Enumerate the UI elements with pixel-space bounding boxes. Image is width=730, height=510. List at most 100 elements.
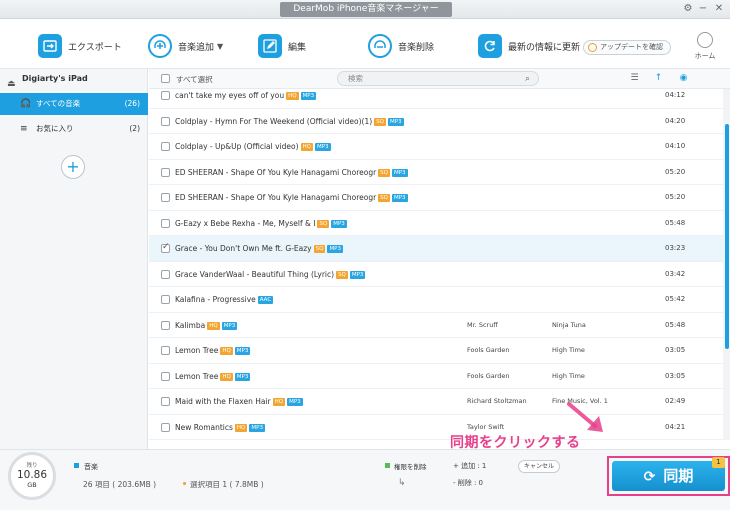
search-icon[interactable]: ⌕ xyxy=(525,73,530,86)
select-all-label: すべて選択 xyxy=(176,75,213,84)
song-title: Coldplay - Up&Up (Official video) HQ MP3 xyxy=(175,142,331,151)
song-title: Coldplay - Hymn For The Weekend (Officia… xyxy=(175,116,404,126)
song-title: G-Eazy x Bebe Rexha - Me, Myself & I SQ MP… xyxy=(175,218,347,228)
format-badge: MP3 xyxy=(349,270,366,279)
song-title: Kalafina - Progressive AAC xyxy=(175,295,274,304)
table-row[interactable]: Coldplay - Hymn For The Weekend (Officia… xyxy=(149,109,723,134)
table-row[interactable]: G-Eazy x Bebe Rexha - Me, Myself & I SQ MP… xyxy=(149,211,723,236)
song-title: New Romantics HQ MP3 xyxy=(175,422,265,432)
table-row[interactable]: ED SHEERAN - Shape Of You Kyle Hanagami … xyxy=(149,185,723,211)
storage-gauge: 残り 10.86 GB xyxy=(8,452,56,500)
search-input[interactable]: 検索 ⌕ xyxy=(337,71,539,86)
sidebar-item-count: (26) xyxy=(124,99,140,108)
row-checkbox[interactable] xyxy=(161,397,170,406)
table-row[interactable]: Lemon Tree HQ MP3 Fools Garden High Time 03:0… xyxy=(149,338,723,364)
format-badge: HQ xyxy=(286,92,299,100)
song-album: High Time xyxy=(552,346,585,354)
table-row[interactable]: Maid with the Flaxen Hair HQ MP3 Richard St… xyxy=(149,389,723,415)
row-checkbox[interactable] xyxy=(161,167,170,177)
check-update-button[interactable]: アップデートを確認 xyxy=(583,40,671,55)
format-badge: MP3 xyxy=(234,372,251,381)
home-button[interactable]: ホーム xyxy=(690,32,720,66)
row-checkbox[interactable] xyxy=(161,295,170,304)
title-bar: DearMob iPhone音楽マネージャー ⚙ − ✕ xyxy=(0,0,730,19)
song-title: Kalimba HQ MP3 xyxy=(175,320,238,330)
close-button[interactable]: ✕ xyxy=(713,3,725,15)
list-view-icon[interactable]: ☰ xyxy=(628,72,641,85)
row-checkbox[interactable] xyxy=(161,116,170,126)
song-title: Lemon Tree HQ MP3 xyxy=(175,371,251,381)
select-all-checkbox[interactable] xyxy=(161,74,170,83)
table-row[interactable]: New Romantics HQ MP3 Taylor Swift 04:21 xyxy=(149,415,723,440)
refresh-icon xyxy=(478,34,502,58)
playlist-icon: ≡ xyxy=(20,124,28,134)
edit-icon xyxy=(258,34,282,58)
format-badge: HQ xyxy=(220,372,233,381)
table-row[interactable]: Grace - You Don't Own Me ft. G-EazySQMP3… xyxy=(149,236,723,262)
table-row[interactable]: Kalimba HQ MP3 Mr. Scruff Ninja Tuna 05:48 xyxy=(149,313,723,338)
edit-label: 編集 xyxy=(288,42,307,53)
table-row[interactable]: can't take my eyes off of you HQ MP3 04:12 xyxy=(149,89,723,109)
arrow-icon: ↳ xyxy=(398,478,406,488)
sync-badge: 1 xyxy=(712,457,725,468)
eject-icon[interactable]: ⏏ xyxy=(7,74,16,94)
song-duration: 02:49 xyxy=(665,397,686,405)
category-label: 音楽 xyxy=(74,462,98,472)
table-row[interactable]: Grace VanderWaal - Beautiful Thing (Lyri… xyxy=(149,262,723,287)
sidebar-item-favorites[interactable]: ≡ お気に入り (2) xyxy=(0,118,148,140)
minimize-button[interactable]: − xyxy=(697,3,709,15)
scrollbar[interactable] xyxy=(723,89,730,440)
song-artist: Fools Garden xyxy=(467,346,510,354)
headphones-plus-icon xyxy=(148,34,172,58)
format-badge: HQ xyxy=(207,321,220,330)
song-duration: 03:05 xyxy=(665,346,686,354)
export-button[interactable]: エクスポート xyxy=(38,32,122,60)
device-row[interactable]: ⏏ Digiarty's iPad xyxy=(0,69,147,89)
row-checkbox[interactable] xyxy=(161,320,170,330)
table-row[interactable]: ED SHEERAN - Shape Of You Kyle Hanagami … xyxy=(149,160,723,185)
song-duration: 04:21 xyxy=(665,422,686,431)
chevron-down-icon[interactable]: ▼ xyxy=(217,42,223,51)
sync-label: 同期 xyxy=(663,467,694,485)
table-row[interactable]: Kalafina - Progressive AAC 05:42 xyxy=(149,287,723,313)
song-title: ED SHEERAN - Shape Of You Kyle Hanagami … xyxy=(175,193,408,202)
song-duration: 05:20 xyxy=(665,167,686,176)
row-checkbox[interactable] xyxy=(161,371,170,381)
total-items: 26 項目 ( 203.6MB ) xyxy=(83,480,157,489)
format-badge: MP3 xyxy=(315,143,331,151)
song-title: can't take my eyes off of you HQ MP3 xyxy=(175,91,317,100)
row-checkbox[interactable] xyxy=(161,142,170,151)
row-checkbox[interactable] xyxy=(161,422,170,432)
song-artist: Fools Garden xyxy=(467,371,510,380)
add-music-button[interactable]: 音楽追加 ▼ xyxy=(148,32,223,60)
device-name: Digiarty's iPad xyxy=(22,74,88,83)
annotation-text: 同期をクリックする xyxy=(450,435,581,451)
scrollbar-thumb[interactable] xyxy=(725,124,729,349)
row-checkbox[interactable] xyxy=(161,193,170,202)
add-playlist-button[interactable]: + xyxy=(61,155,85,179)
sidebar-item-all-music[interactable]: 🎧 すべての音楽 (26) xyxy=(0,93,148,115)
format-badge: SQ xyxy=(317,219,330,228)
edit-button[interactable]: 編集 xyxy=(258,32,306,60)
format-badge: SQ xyxy=(313,245,326,253)
sync-button[interactable]: ⟳ 同期 xyxy=(612,461,725,491)
itunes-icon[interactable]: ◉ xyxy=(677,72,690,85)
row-checkbox[interactable] xyxy=(161,91,170,100)
row-checkbox[interactable] xyxy=(161,269,170,279)
row-checkbox[interactable] xyxy=(161,242,170,253)
table-row[interactable]: Coldplay - Up&Up (Official video) HQ MP3 04… xyxy=(149,134,723,160)
cancel-button[interactable]: キャンセル xyxy=(518,460,560,473)
gear-icon[interactable]: ⚙ xyxy=(682,3,694,15)
delete-music-label: 音楽削除 xyxy=(398,42,435,53)
row-checkbox[interactable] xyxy=(161,346,170,355)
song-duration: 05:48 xyxy=(665,218,686,227)
song-title: Lemon Tree HQ MP3 xyxy=(175,346,251,355)
delete-music-button[interactable]: 音楽削除 xyxy=(368,32,434,60)
song-duration: 04:20 xyxy=(665,116,686,125)
sort-artist-icon[interactable]: ↑ xyxy=(652,72,665,85)
row-checkbox[interactable] xyxy=(161,218,170,228)
refresh-button[interactable]: 最新の情報に更新 xyxy=(478,32,580,60)
table-row[interactable]: Lemon Tree HQ MP3 Fools Garden High Time 03:0… xyxy=(149,364,723,389)
song-artist: Richard Stoltzman xyxy=(467,397,527,405)
sidebar: ⏏ Digiarty's iPad 🎧 すべての音楽 (26) ≡ お気に入り … xyxy=(0,69,148,449)
